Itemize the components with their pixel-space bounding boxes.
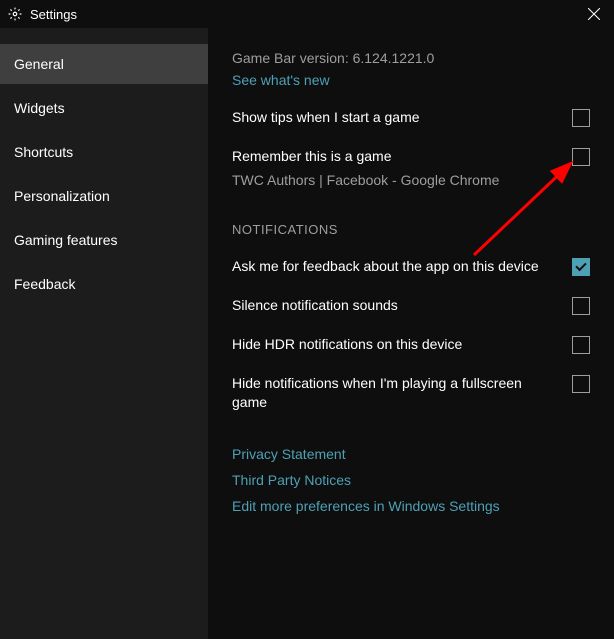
close-button[interactable] (582, 2, 606, 26)
feedback-label: Ask me for feedback about the app on thi… (232, 257, 572, 276)
settings-gear-icon (8, 7, 22, 21)
sidebar-item-widgets[interactable]: Widgets (0, 88, 208, 128)
whats-new-link[interactable]: See what's new (232, 72, 590, 88)
hdr-checkbox[interactable] (572, 336, 590, 354)
fullscreen-checkbox[interactable] (572, 375, 590, 393)
sidebar-item-gaming-features[interactable]: Gaming features (0, 220, 208, 260)
close-icon (588, 8, 600, 20)
sidebar-item-shortcuts[interactable]: Shortcuts (0, 132, 208, 172)
remember-checkbox[interactable] (572, 148, 590, 166)
edit-prefs-link[interactable]: Edit more preferences in Windows Setting… (232, 498, 590, 514)
tips-label: Show tips when I start a game (232, 108, 572, 127)
remember-subtext: TWC Authors | Facebook - Google Chrome (232, 172, 560, 188)
sidebar-item-feedback[interactable]: Feedback (0, 264, 208, 304)
privacy-link[interactable]: Privacy Statement (232, 446, 590, 462)
main-panel: Game Bar version: 6.124.1221.0 See what'… (208, 28, 614, 639)
sidebar-item-personalization[interactable]: Personalization (0, 176, 208, 216)
fullscreen-label: Hide notifications when I'm playing a fu… (232, 374, 572, 412)
third-party-link[interactable]: Third Party Notices (232, 472, 590, 488)
sidebar: General Widgets Shortcuts Personalizatio… (0, 28, 208, 639)
notifications-header: NOTIFICATIONS (232, 222, 590, 237)
silence-label: Silence notification sounds (232, 296, 572, 315)
remember-label: Remember this is a game (232, 147, 560, 166)
tips-checkbox[interactable] (572, 109, 590, 127)
sidebar-item-general[interactable]: General (0, 44, 208, 84)
feedback-checkbox[interactable] (572, 258, 590, 276)
settings-title: Settings (30, 7, 582, 22)
header: Settings (0, 0, 614, 28)
hdr-label: Hide HDR notifications on this device (232, 335, 572, 354)
version-text: Game Bar version: 6.124.1221.0 (232, 50, 590, 66)
silence-checkbox[interactable] (572, 297, 590, 315)
